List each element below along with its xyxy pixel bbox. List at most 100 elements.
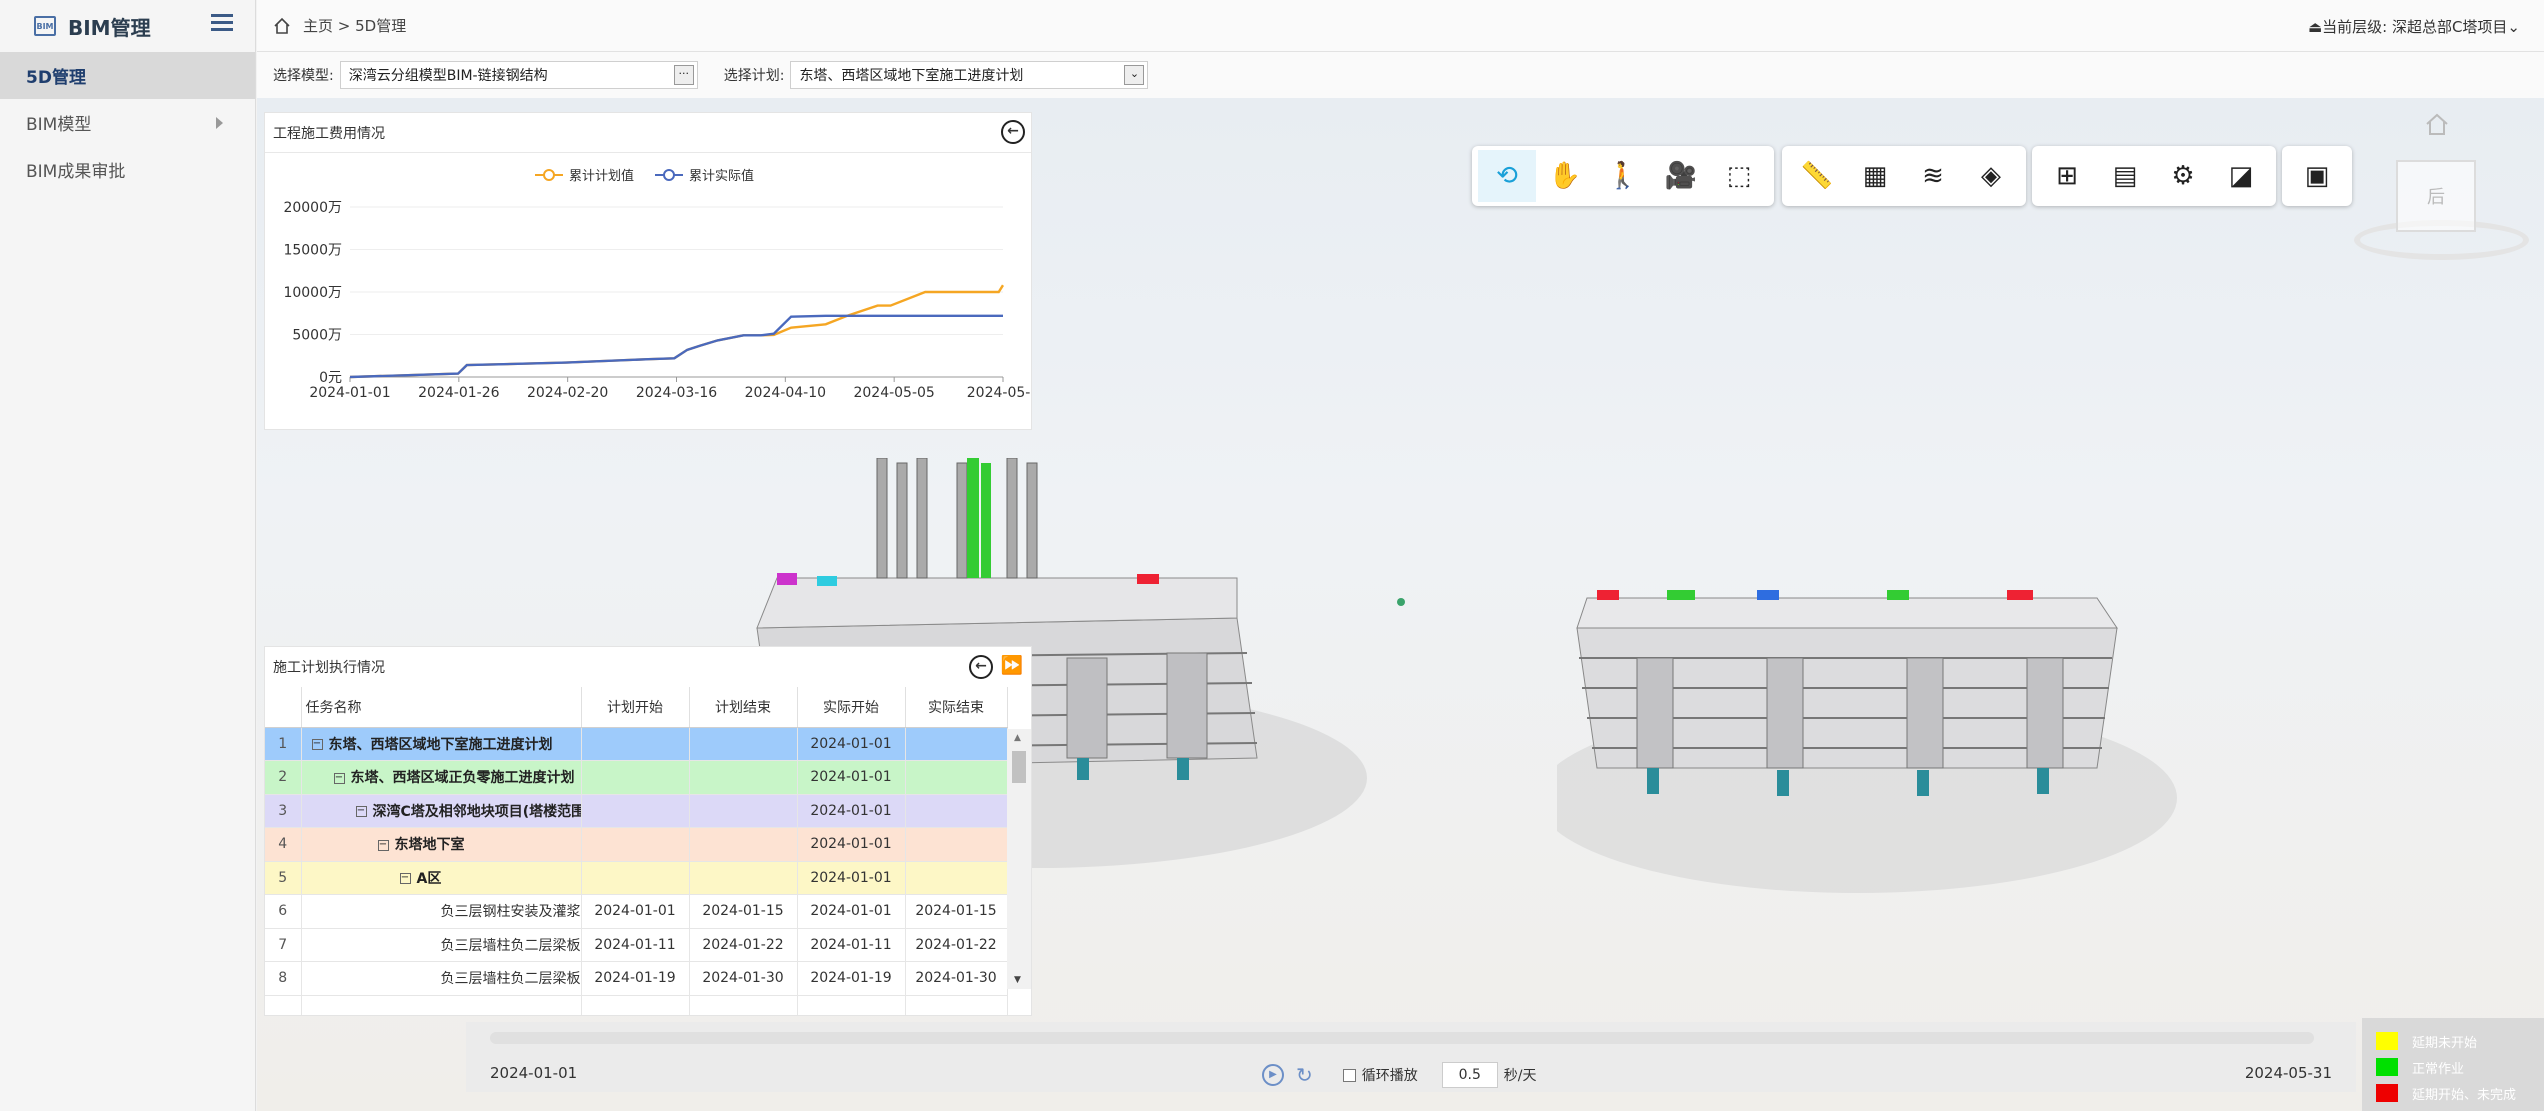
plan-end-cell (689, 727, 798, 761)
legend-item-normal: 正常作业 (2376, 1054, 2544, 1080)
camera-icon[interactable]: 🎥 (1652, 150, 1710, 202)
col-header-actual-end[interactable]: 实际结束 (905, 687, 1008, 728)
walk-icon[interactable]: 🚶 (1594, 150, 1652, 202)
menu-list-icon[interactable] (211, 14, 233, 34)
x-tick-label: 2024-01-01 (309, 385, 390, 401)
col-header-plan-start[interactable]: 计划开始 (581, 687, 690, 728)
col-header-plan-end[interactable]: 计划结束 (689, 687, 798, 728)
timeline-end-date: 2024-05-31 (2244, 1064, 2332, 1082)
scroll-down-icon[interactable]: ▼ (1014, 975, 1021, 985)
timeline-slider[interactable] (490, 1032, 2314, 1044)
building-model-east[interactable] (1557, 508, 2177, 928)
status-legend: 延期未开始 正常作业 延期开始、未完成 (2362, 1018, 2544, 1111)
table-row[interactable]: 6 负三层钢柱安装及灌浆 2024-01-01 2024-01-15 2024-01-0… (265, 894, 1008, 929)
sidebar: BIM BIM管理 5D管理 BIM模型 BIM成果审批 (0, 0, 256, 1111)
model-browse-button[interactable]: ··· (673, 65, 694, 85)
x-tick-label: 2024-02-20 (527, 385, 608, 401)
zoom-window-icon[interactable]: ⬚ (1710, 150, 1768, 202)
explode-icon[interactable]: ◈ (1962, 150, 2020, 202)
view-cube-face[interactable]: 后 (2396, 160, 2476, 232)
chevron-right-icon (216, 117, 223, 129)
nav-item-bim-model[interactable]: BIM模型 (0, 99, 255, 146)
actual-end-cell (905, 760, 1008, 795)
settings-icon[interactable]: ⚙ (2154, 150, 2212, 202)
model-select-label: 选择模型: (273, 68, 334, 84)
empty-cell (689, 995, 798, 1015)
double-chevron-right-icon[interactable]: ⏩ (1001, 655, 1023, 676)
table-row[interactable]: 1− 东塔、西塔区域地下室施工进度计划 2024-01-01 (265, 727, 1008, 761)
collapse-node-icon[interactable]: − (333, 772, 345, 784)
table-row[interactable]: 4− 东塔地下室 2024-01-01 (265, 827, 1008, 862)
plan-end-cell (689, 827, 798, 862)
table-row[interactable]: 8 负三层墙柱负二层梁板 2024-01-19 2024-01-30 2024-01-1… (265, 961, 1008, 996)
table-row[interactable] (265, 995, 1008, 1015)
legend-label: 延期开始、未完成 (2412, 1087, 2517, 1103)
table-row[interactable]: 5− A区 2024-01-01 (265, 861, 1008, 895)
table-row[interactable]: 7 负三层墙柱负二层梁板 2024-01-11 2024-01-22 2024-01-1… (265, 928, 1008, 962)
y-tick-label: 10000万 (283, 285, 342, 301)
scroll-up-icon[interactable]: ▲ (1014, 733, 1021, 743)
layers-icon[interactable]: ≋ (1904, 150, 1962, 202)
legend-label: 累计计划值 (569, 168, 634, 184)
task-name-cell: 负三层墙柱负二层梁板 (301, 961, 582, 996)
table-scrollbar[interactable]: ▲ ▼ (1007, 729, 1031, 989)
actual-start-cell: 2024-01-11 (797, 928, 906, 962)
x-tick-label: 2024-05-3 (967, 385, 1031, 401)
task-panel-header: 施工计划执行情况 ← ⏩ (265, 647, 1031, 687)
plan-start-cell (581, 861, 690, 895)
collapse-node-icon[interactable]: − (355, 806, 367, 818)
legend-swatch (2376, 1032, 2398, 1050)
legend-label: 延期未开始 (2412, 1035, 2478, 1051)
structure-tree-icon[interactable]: ⊞ (2038, 150, 2096, 202)
plan-start-cell: 2024-01-01 (581, 894, 690, 929)
info-panel-icon[interactable]: ▣ (2288, 150, 2346, 202)
collapse-left-icon[interactable]: ← (969, 655, 993, 679)
scrollbar-thumb[interactable] (1012, 751, 1026, 783)
x-tick-label: 2024-01-26 (418, 385, 499, 401)
actual-end-cell (905, 794, 1008, 828)
home-icon[interactable] (273, 17, 291, 35)
play-icon[interactable]: ▶ (1262, 1064, 1284, 1086)
plan-select[interactable]: 东塔、西塔区域地下室施工进度计划 ⌄ (790, 61, 1149, 89)
section-box-icon[interactable]: ▦ (1846, 150, 1904, 202)
task-name: 东塔、西塔区域地下室施工进度计划 (328, 736, 553, 753)
plan-start-cell: 2024-01-11 (581, 928, 690, 962)
actual-end-cell (905, 727, 1008, 761)
playback-timeline: 2024-01-01 ▶ ↻ 循环播放 0.5 秒/天 2024-05-31 (466, 1022, 2356, 1092)
col-header-actual-start[interactable]: 实际开始 (797, 687, 906, 728)
row-index: 8 (265, 961, 302, 996)
x-tick-label: 2024-03-16 (636, 385, 717, 401)
info-tool-group: ▣ (2282, 146, 2352, 206)
properties-icon[interactable]: ▤ (2096, 150, 2154, 202)
nav-item-5d[interactable]: 5D管理 (0, 52, 255, 99)
home-view-icon[interactable] (2424, 112, 2450, 136)
collapse-node-icon[interactable]: − (399, 873, 411, 885)
orbit-icon[interactable]: ⟲ (1478, 150, 1536, 202)
plan-start-cell (581, 727, 690, 761)
legend-label: 正常作业 (2412, 1061, 2465, 1077)
col-header-task-name[interactable]: 任务名称 (301, 687, 582, 728)
actual-start-cell: 2024-01-01 (797, 760, 906, 795)
table-row[interactable]: 3− 深湾C塔及相邻地块项目(塔楼范围 2024-01-01 (265, 794, 1008, 828)
view-cube[interactable]: 后 (2354, 110, 2534, 270)
row-index: 7 (265, 928, 302, 962)
collapse-node-icon[interactable]: − (377, 839, 389, 851)
collapse-node-icon[interactable]: − (311, 739, 323, 751)
model-select[interactable]: 深湾云分组模型BIM-链接钢结构 ··· (339, 61, 698, 89)
fullscreen-icon[interactable]: ◪ (2212, 150, 2270, 202)
task-name-cell: − 东塔地下室 (301, 827, 582, 862)
pan-icon[interactable]: ✋ (1536, 150, 1594, 202)
collapse-left-icon[interactable]: ← (1001, 120, 1025, 144)
loop-checkbox[interactable] (1342, 1068, 1356, 1082)
nav-item-bim-approval[interactable]: BIM成果审批 (0, 146, 255, 193)
playback-controls: ▶ ↻ 循环播放 0.5 秒/天 (1262, 1062, 1536, 1088)
chevron-down-icon[interactable]: ⌄ (1124, 65, 1145, 85)
replay-icon[interactable]: ↻ (1296, 1063, 1313, 1087)
current-level-selector[interactable]: ⏏当前层级: 深超总部C塔项目⌄ (2308, 16, 2520, 37)
breadcrumb[interactable]: 主页 > 5D管理 (303, 15, 406, 36)
cost-chart-panel: 工程施工费用情况 ← 0元 5000万 10000万 15000万 20000万 2024… (264, 112, 1039, 430)
speed-input[interactable]: 0.5 (1441, 1062, 1498, 1088)
plan-select-label: 选择计划: (723, 68, 785, 84)
table-row[interactable]: 2− 东塔、西塔区域正负零施工进度计划 2024-01-01 (265, 760, 1008, 795)
measure-icon[interactable]: 📏 (1788, 150, 1846, 202)
